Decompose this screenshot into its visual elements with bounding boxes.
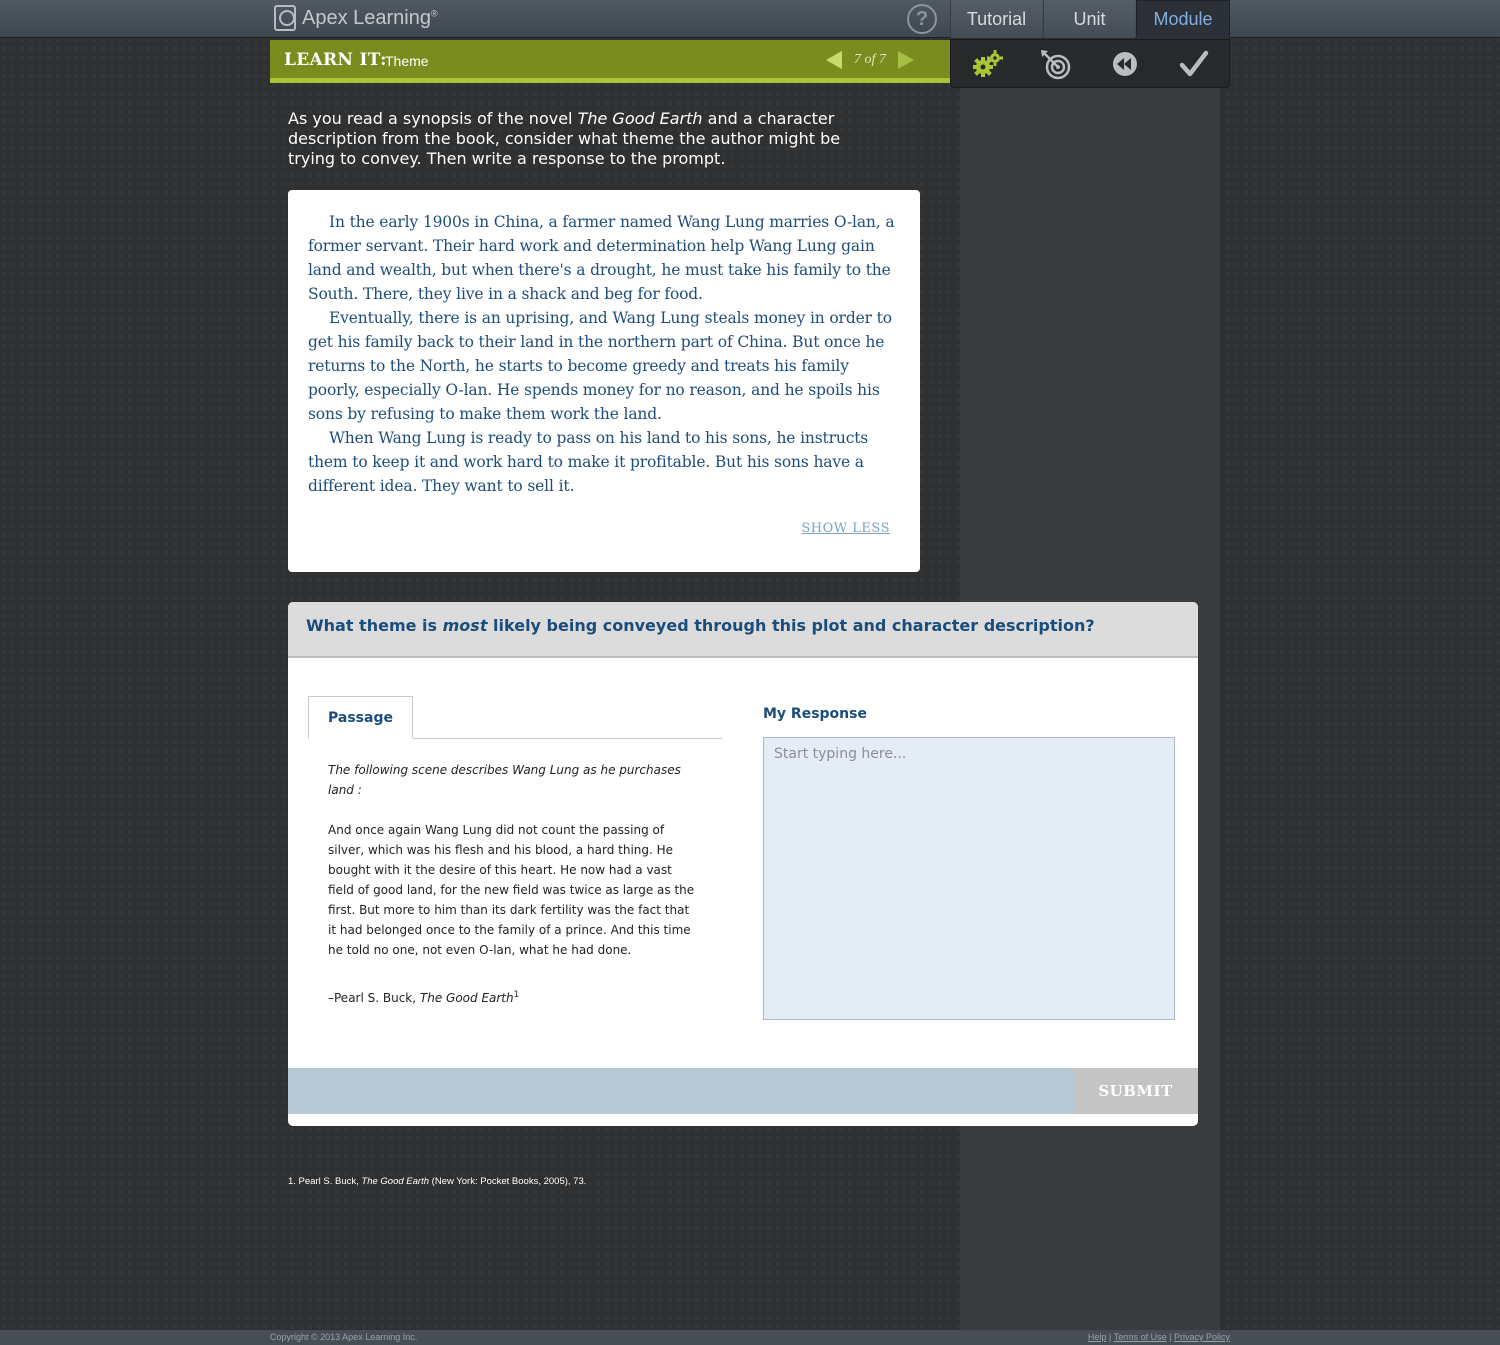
tab-module[interactable]: Module — [1136, 0, 1230, 38]
link-separator: | — [1169, 1332, 1172, 1342]
passage-attribution: –Pearl S. Buck, The Good Earth1 — [328, 990, 520, 1005]
learn-it-bar: LEARN IT: Theme 7 of 7 — [270, 40, 950, 83]
response-input[interactable] — [763, 737, 1175, 1020]
top-bar: Apex Learning® ? Tutorial Unit Module — [0, 0, 1500, 38]
question-prompt: What theme is most likely being conveyed… — [288, 602, 1198, 658]
submit-bar: SUBMIT — [288, 1068, 1198, 1114]
passage-lead: The following scene describes Wang Lung … — [328, 763, 681, 797]
copyright-text: Copyright © 2013 Apex Learning Inc. — [270, 1332, 418, 1342]
synopsis-card: In the early 1900s in China, a farmer na… — [288, 190, 920, 572]
apex-logo-icon — [274, 5, 296, 31]
help-button[interactable]: ? — [907, 4, 937, 34]
tab-tutorial[interactable]: Tutorial — [950, 0, 1042, 38]
synopsis-paragraph: In the early 1900s in China, a farmer na… — [308, 213, 895, 303]
footnote-reference[interactable]: 1 — [514, 990, 520, 1000]
question-card: What theme is most likely being conveyed… — [288, 602, 1198, 1126]
instructions: As you read a synopsis of the novel The … — [288, 109, 841, 168]
footer-links: Help | Terms of Use | Privacy Policy — [1088, 1332, 1230, 1342]
link-separator: | — [1108, 1332, 1112, 1342]
privacy-policy-link[interactable]: Privacy Policy — [1174, 1332, 1230, 1342]
page-navigator: 7 of 7 — [826, 50, 914, 70]
learn-it-title: LEARN IT: — [284, 50, 387, 70]
page-indicator: 7 of 7 — [854, 52, 886, 67]
passage-body: And once again Wang Lung did not count t… — [328, 823, 695, 957]
tool-panel — [950, 39, 1230, 88]
tab-passage[interactable]: Passage — [308, 696, 413, 739]
brand-name: Apex Learning® — [302, 6, 438, 29]
help-link[interactable]: Help — [1088, 1332, 1107, 1342]
checkmark-icon[interactable] — [1177, 48, 1211, 80]
gears-icon[interactable] — [971, 48, 1005, 80]
lesson-title: Theme — [385, 53, 429, 69]
synopsis-paragraph: When Wang Lung is ready to pass on his l… — [308, 429, 869, 495]
submit-button[interactable]: SUBMIT — [1073, 1068, 1198, 1114]
apex-logo[interactable]: Apex Learning® — [274, 3, 438, 33]
response-label: My Response — [763, 706, 867, 722]
rewind-icon[interactable] — [1108, 48, 1142, 80]
terms-of-use-link[interactable]: Terms of Use — [1114, 1332, 1167, 1342]
synopsis-paragraph: Eventually, there is an uprising, and Wa… — [308, 309, 892, 423]
passage-content: The following scene describes Wang Lung … — [328, 760, 698, 1008]
show-less-link[interactable]: SHOW LESS — [801, 521, 890, 536]
footer: Copyright © 2013 Apex Learning Inc. Help… — [0, 1330, 1500, 1345]
footnote: 1. Pearl S. Buck, The Good Earth (New Yo… — [288, 1176, 587, 1187]
next-page-arrow-icon[interactable] — [897, 51, 914, 69]
target-icon[interactable] — [1039, 48, 1073, 80]
previous-page-arrow-icon[interactable] — [826, 51, 842, 69]
tab-unit[interactable]: Unit — [1043, 0, 1135, 38]
